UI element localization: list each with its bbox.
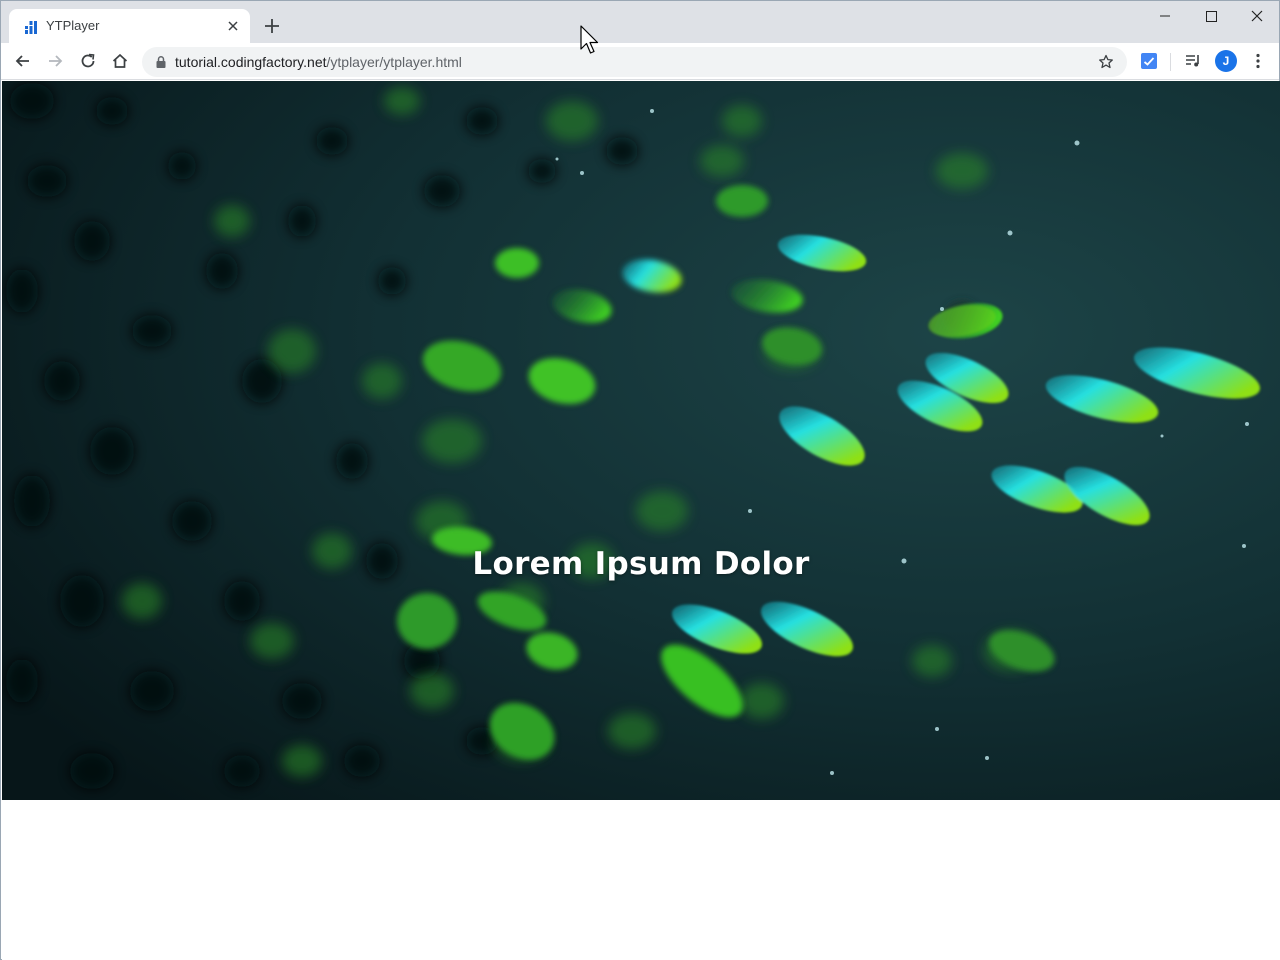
minimize-icon bbox=[1160, 15, 1170, 17]
browser-window: YTPlayer tutorial.codingfactory.net/ytpl… bbox=[0, 0, 1280, 960]
maximize-button[interactable] bbox=[1188, 5, 1234, 29]
url-text[interactable]: tutorial.codingfactory.net/ytplayer/ytpl… bbox=[175, 54, 462, 70]
lock-icon[interactable] bbox=[154, 55, 168, 69]
address-bar[interactable]: tutorial.codingfactory.net/ytplayer/ytpl… bbox=[142, 47, 1127, 77]
hero-video-background[interactable]: Lorem Ipsum Dolor bbox=[2, 81, 1280, 800]
arrow-right-icon bbox=[49, 55, 63, 67]
tab-ytplayer[interactable]: YTPlayer bbox=[9, 9, 250, 43]
maximize-icon bbox=[1206, 11, 1217, 22]
window-close-button[interactable] bbox=[1234, 5, 1280, 29]
mouse-cursor-icon bbox=[580, 25, 599, 54]
star-icon[interactable] bbox=[1098, 54, 1114, 70]
tab-strip: YTPlayer bbox=[1, 1, 1279, 43]
home-button[interactable] bbox=[106, 47, 134, 75]
checkmark-extension-icon bbox=[1141, 53, 1157, 69]
home-icon bbox=[112, 53, 128, 68]
browser-menu-button[interactable] bbox=[1244, 47, 1272, 75]
close-icon bbox=[1251, 10, 1263, 22]
plus-icon bbox=[265, 19, 279, 33]
tab-title: YTPlayer bbox=[46, 18, 100, 33]
new-tab-button[interactable] bbox=[259, 13, 285, 39]
url-host: tutorial.codingfactory.net bbox=[175, 54, 327, 70]
media-control-button[interactable] bbox=[1179, 47, 1207, 75]
page-content-area bbox=[2, 800, 1280, 960]
browser-toolbar: tutorial.codingfactory.net/ytplayer/ytpl… bbox=[1, 43, 1279, 80]
minimize-button[interactable] bbox=[1142, 5, 1188, 29]
back-button[interactable] bbox=[9, 47, 37, 75]
url-path: /ytplayer/ytplayer.html bbox=[326, 54, 462, 70]
media-queue-icon bbox=[1186, 55, 1199, 67]
arrow-left-icon bbox=[15, 55, 29, 67]
tab-close-icon[interactable] bbox=[225, 18, 241, 34]
kebab-menu-icon bbox=[1256, 53, 1260, 69]
extension-button[interactable] bbox=[1135, 47, 1163, 75]
profile-button[interactable]: J bbox=[1212, 47, 1240, 75]
avatar: J bbox=[1215, 50, 1237, 72]
video-frame-image bbox=[2, 81, 1280, 800]
forward-button[interactable] bbox=[41, 47, 69, 75]
hero-title: Lorem Ipsum Dolor bbox=[472, 546, 810, 582]
reload-icon bbox=[81, 53, 95, 68]
bar-chart-favicon bbox=[25, 21, 37, 34]
reload-button[interactable] bbox=[74, 47, 102, 75]
toolbar-separator bbox=[1170, 53, 1171, 71]
